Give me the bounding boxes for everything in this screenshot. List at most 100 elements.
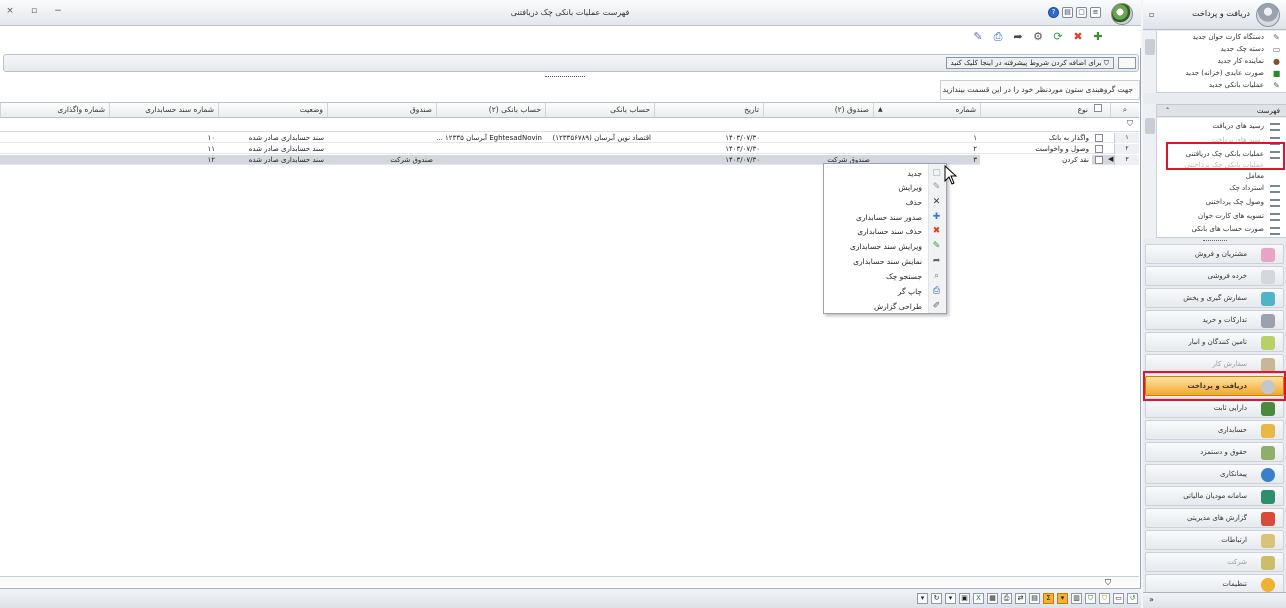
close-icon[interactable]: × bbox=[4, 6, 16, 16]
chart-icon[interactable]: ▦ bbox=[987, 593, 998, 604]
menu-item-delete-doc[interactable]: ✖ حذف سند حسابداری bbox=[822, 224, 946, 239]
cell-type[interactable]: نقد کردن bbox=[980, 155, 1092, 165]
list-item[interactable]: استرداد چک bbox=[1229, 182, 1264, 195]
refresh-tool-icon[interactable]: ⟳ bbox=[1050, 29, 1066, 45]
expand-icon[interactable]: » bbox=[1149, 595, 1154, 604]
column-header-bank-account[interactable]: حساب بانکی bbox=[545, 103, 654, 118]
module-settings[interactable]: تنظیمات bbox=[1145, 574, 1284, 594]
cell-fund bbox=[327, 144, 436, 154]
filter-yellow-icon[interactable]: ⛉ bbox=[1099, 593, 1110, 604]
splitter-grip[interactable] bbox=[545, 76, 585, 78]
scroll-thumb[interactable] bbox=[1145, 118, 1155, 134]
excel-icon[interactable]: X bbox=[973, 593, 984, 604]
list-icon[interactable]: ≡ bbox=[1090, 7, 1101, 18]
column-header-date[interactable]: تاریخ bbox=[654, 103, 763, 118]
menu-item-search-check[interactable]: ⌕ جستجو چک bbox=[822, 269, 946, 284]
menu-item-printer[interactable]: ⎙ چاپ گر bbox=[822, 284, 946, 299]
table-row-selected[interactable]: ۳ ◀ نقد کردن ۳ صندوق شرکت ۱۴۰۳/۰۷/۳۰ صند… bbox=[0, 155, 1139, 165]
quick-item[interactable]: عملیات بانکی جدید bbox=[1209, 79, 1264, 92]
minimize-icon[interactable]: − bbox=[52, 6, 64, 16]
sync-icon[interactable]: ⇄ bbox=[1015, 593, 1026, 604]
list-scrollbar[interactable] bbox=[1143, 104, 1157, 238]
column-header-bank-account2[interactable]: حساب بانکی (۲) bbox=[436, 103, 545, 118]
help-icon[interactable]: ? bbox=[1048, 7, 1059, 18]
group-by-panel[interactable]: جهت گروهبندی ستون موردنظر خود را در این … bbox=[940, 80, 1140, 100]
menu-item-edit-doc[interactable]: ✎ ویرایش سند حسابداری bbox=[822, 239, 946, 254]
column-header-doc-number[interactable]: شماره سند حسابداری bbox=[109, 103, 218, 118]
column-header-status[interactable]: وضعیت bbox=[218, 103, 327, 118]
new-doc-tool-icon[interactable]: ✚ bbox=[1090, 29, 1106, 45]
module-reports[interactable]: گزارش های مدیریتی bbox=[1145, 508, 1284, 528]
module-accounting[interactable]: حسابداری bbox=[1145, 420, 1284, 440]
export-tool-icon[interactable]: ➦ bbox=[1010, 29, 1026, 45]
filter-row[interactable]: ⛉ bbox=[0, 119, 1139, 132]
company-icon bbox=[1261, 556, 1275, 570]
menu-item-delete[interactable]: ✕ حذف bbox=[822, 195, 946, 210]
group-icon[interactable]: ▾ bbox=[1057, 593, 1068, 604]
row-checkbox[interactable] bbox=[1095, 156, 1103, 164]
module-sales[interactable]: مشتریان و فروش bbox=[1145, 244, 1284, 264]
column-header-fund2[interactable]: صندوق (۲) bbox=[763, 103, 873, 118]
module-payroll[interactable]: حقوق و دستمزد bbox=[1145, 442, 1284, 462]
table-row[interactable]: ۱ واگذار به بانک ۱ ۱۴۰۳/۰۷/۳۰ اقتصاد نوی… bbox=[0, 133, 1139, 143]
scroll-thumb[interactable] bbox=[1145, 39, 1155, 55]
list-item[interactable]: تسویه های کارت خوان bbox=[1198, 210, 1264, 223]
delete-doc-tool-icon[interactable]: ✖ bbox=[1070, 29, 1086, 45]
settings-tool-icon[interactable]: ⚙ bbox=[1030, 29, 1046, 45]
table-row[interactable]: ۲ وصول و واخواست ۲ ۱۴۰۳/۰۷/۳۰ سند حسابدا… bbox=[0, 144, 1139, 154]
list-item[interactable]: وصول چک پرداختنی bbox=[1206, 196, 1264, 209]
module-tax-system[interactable]: سامانه مودیان مالیاتی bbox=[1145, 486, 1284, 506]
collapse-icon[interactable]: ⌃ bbox=[1165, 105, 1170, 117]
column-header-type[interactable]: نوع bbox=[980, 103, 1110, 118]
refresh-icon[interactable]: ↻ bbox=[931, 593, 942, 604]
pin-icon[interactable]: ▫ bbox=[1149, 10, 1154, 19]
print-icon[interactable]: ⎙ bbox=[1001, 593, 1012, 604]
module-suppliers[interactable]: تامین کنندگان و انبار bbox=[1145, 332, 1284, 352]
column-header-assign-number[interactable]: شماره واگذاری bbox=[0, 103, 109, 118]
form-icon[interactable]: ▤ bbox=[1062, 7, 1073, 18]
column-header-label: شماره bbox=[955, 105, 976, 114]
layout-icon[interactable]: ▭ bbox=[1113, 593, 1124, 604]
footer-filter-icon[interactable]: ⛉ bbox=[1105, 578, 1111, 588]
module-company[interactable]: شرکت bbox=[1145, 552, 1284, 572]
advanced-filter-button[interactable]: ⛉ برای اضافه کردن شروط پیشرفته در اینجا … bbox=[945, 57, 1114, 69]
sum-icon[interactable]: Σ bbox=[1043, 593, 1054, 604]
scrollbar[interactable] bbox=[1143, 31, 1157, 93]
sidebar-splitter-grip[interactable] bbox=[1203, 240, 1227, 242]
module-orders[interactable]: سفارش گیری و پخش bbox=[1145, 288, 1284, 308]
menu-item-issue-doc[interactable]: ✚ صدور سند حسابداری bbox=[822, 210, 946, 225]
row-filter-icon[interactable]: ⛉ bbox=[1127, 119, 1133, 129]
module-contracting[interactable]: پیمانکاری bbox=[1145, 464, 1284, 484]
list-item[interactable]: صورت حساب های بانکی bbox=[1191, 223, 1264, 236]
list-section-header[interactable]: فهرست ⌃ bbox=[1157, 104, 1286, 117]
restore-icon[interactable]: ▫ bbox=[28, 6, 40, 16]
menu-item-design[interactable]: ✐ طراحی گزارش bbox=[822, 299, 946, 314]
list-item[interactable]: رسید های دریافت bbox=[1212, 120, 1264, 133]
column-header-number[interactable]: شماره ▲ bbox=[873, 103, 980, 118]
collapse-icon[interactable]: ▣ bbox=[959, 593, 970, 604]
reload-icon[interactable]: ↺ bbox=[1127, 593, 1138, 604]
grid-search-header[interactable]: ⌕ bbox=[1110, 103, 1139, 118]
search-icon[interactable]: ⌕ bbox=[1123, 105, 1127, 114]
down-icon[interactable]: ▾ bbox=[945, 593, 956, 604]
filter-toggle-button[interactable] bbox=[1118, 57, 1136, 69]
select-all-checkbox[interactable] bbox=[1094, 104, 1102, 112]
module-fixed-assets[interactable]: دارایی ثابت bbox=[1145, 398, 1284, 418]
menu-item-edit[interactable]: ✎ ویرایش bbox=[822, 180, 946, 195]
grid-icon[interactable]: ▤ bbox=[1029, 593, 1040, 604]
nav-first-icon[interactable]: ▾ bbox=[917, 593, 928, 604]
edit-tool-icon[interactable]: ✎ bbox=[970, 29, 986, 45]
menu-item-new[interactable]: ▢ جدید bbox=[822, 166, 946, 181]
filter-green-icon[interactable]: ⛉ bbox=[1085, 593, 1096, 604]
row-checkbox[interactable] bbox=[1095, 145, 1103, 153]
table-icon[interactable]: ▥ bbox=[1071, 593, 1082, 604]
module-purchase[interactable]: تدارکات و خرید bbox=[1145, 310, 1284, 330]
page-icon[interactable]: ▢ bbox=[1076, 7, 1087, 18]
module-communications[interactable]: ارتباطات bbox=[1145, 530, 1284, 550]
module-retail[interactable]: خرده فروشی bbox=[1145, 266, 1284, 286]
row-checkbox[interactable] bbox=[1095, 134, 1103, 142]
window-title: فهرست عملیات بانکی چک دریافتنی bbox=[510, 8, 630, 17]
column-header-fund[interactable]: صندوق bbox=[327, 103, 436, 118]
menu-item-show-doc[interactable]: ➦ نمایش سند حسابداری bbox=[822, 254, 946, 269]
print-tool-icon[interactable]: ⎙ bbox=[990, 29, 1006, 45]
